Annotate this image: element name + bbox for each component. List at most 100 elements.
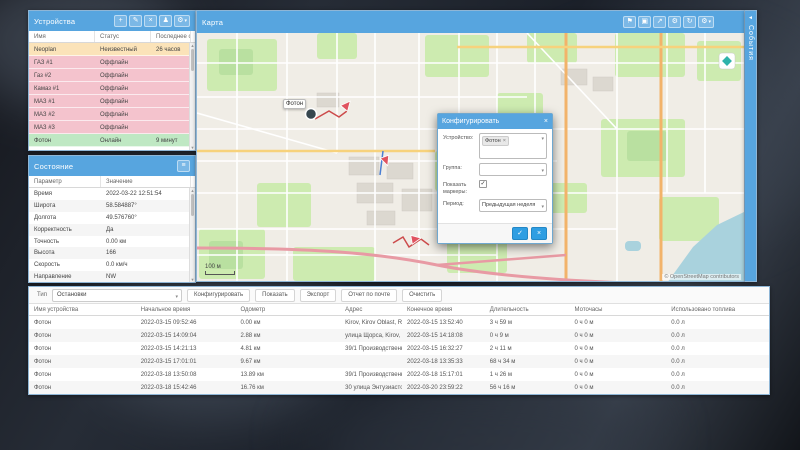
scroll-down-icon[interactable]: ▼ [190,277,195,282]
state-param: Направление [29,271,101,282]
column-header[interactable]: Конечное время [402,304,485,315]
dialog-title: Конфигурировать [442,118,499,125]
dialog-cancel-button[interactable]: × [531,227,547,240]
report-clear-button[interactable]: Очистить [402,289,442,302]
device-marker-label[interactable]: Фотон [283,99,306,109]
device-name: МАЗ #3 [29,121,95,133]
cell-odometer: 16.76 км [235,381,340,394]
devices-scrollbar[interactable]: ▲ ▼ [189,43,195,150]
devices-panel-title: Устройства [34,17,75,26]
remove-device-button[interactable]: × [144,15,157,27]
state-list-button[interactable]: ≡ [177,160,190,172]
device-last-update [151,108,191,120]
scroll-up-icon[interactable]: ▲ [190,43,195,48]
device-settings-button[interactable]: ⚙▾ [174,15,190,27]
report-configure-button[interactable]: Конфигурировать [187,289,250,302]
state-value: 49.576760° [101,212,191,224]
report-row[interactable]: Фотон 2022-03-18 13:50:08 13.89 км 39/1 … [29,368,769,381]
cell-address: 39/1 Производственная улица, Kir... [340,368,402,381]
column-header[interactable]: Моточасы [570,304,667,315]
dialog-confirm-button[interactable]: ✓ [512,227,528,240]
scrollbar-thumb[interactable] [191,49,194,71]
report-row[interactable]: Фотон 2022-03-15 14:09:04 2.88 км улица … [29,329,769,342]
gear-icon: ⚙ [672,17,678,27]
dialog-header[interactable]: Конфигурировать × [438,114,552,129]
state-value: Да [101,224,191,236]
device-row[interactable]: ГАЗ #1 Оффлайн [29,56,195,69]
map-panel-header: Карта ⚑ ▣ ↗ ⚙ ↻ ⚙▾ [197,11,744,33]
device-row[interactable]: Камаз #1 Оффлайн [29,82,195,95]
driver-button[interactable]: ♟ [159,15,172,27]
cell-odometer: 13.89 км [235,368,340,381]
device-row[interactable]: Neoplan Неизвестный 26 часов [29,43,195,56]
report-row[interactable]: Фотон 2022-03-18 15:42:46 16.76 км 30 ул… [29,381,769,394]
state-value: 58.584887° [101,200,191,212]
locate-arrow-icon: ↗ [657,17,663,27]
state-scrollbar[interactable]: ▲ ▼ [189,188,195,282]
device-row[interactable]: МАЗ #3 Оффлайн [29,121,195,134]
cell-start-time: 2022-03-15 14:09:04 [136,329,236,342]
state-row: Корректность Да [29,224,195,236]
state-param: Точность [29,236,101,248]
scrollbar-thumb[interactable] [191,194,194,216]
device-multiselect[interactable]: Фотон × ▾ [479,133,547,159]
device-chip[interactable]: Фотон × [482,136,509,146]
report-table-header: Имя устройства Начальное время Одометр А… [29,304,769,316]
column-header[interactable]: Имя [29,31,95,42]
cell-device: Фотон [29,368,136,381]
cell-end-time: 2022-03-18 13:35:33 [402,355,485,368]
report-export-button[interactable]: Экспорт [300,289,337,302]
device-marker[interactable] [306,109,317,120]
locate-button[interactable]: ↗ [653,16,666,28]
group-select[interactable]: ▾ [479,163,547,176]
report-type-select[interactable]: Остановки ▾ [52,289,182,302]
column-header[interactable]: Значение [101,176,191,187]
show-markers-button[interactable]: ⚑ [623,16,636,28]
show-markers-checkbox[interactable]: ✓ [479,180,487,188]
chip-remove-icon[interactable]: × [503,137,506,145]
cell-device: Фотон [29,329,136,342]
scroll-down-icon[interactable]: ▼ [190,145,195,150]
column-header[interactable]: Параметр [29,176,101,187]
column-header[interactable]: Использовано топлива [666,304,769,315]
device-row[interactable]: МАЗ #1 Оффлайн [29,95,195,108]
edit-device-button[interactable]: ✎ [129,15,142,27]
map-tools-button[interactable]: ⚙ [668,16,681,28]
column-header[interactable]: Имя устройства [29,304,136,315]
report-row[interactable]: Фотон 2022-03-15 14:21:13 4.81 км 39/1 П… [29,342,769,355]
column-header[interactable]: Адрес [340,304,402,315]
device-row[interactable]: МАЗ #2 Оффлайн [29,108,195,121]
column-header[interactable]: Длительность [485,304,570,315]
device-row[interactable]: Газ #2 Оффлайн [29,69,195,82]
devices-toolbar: + ✎ × ♟ ⚙▾ [114,15,190,27]
map-settings-button[interactable]: ⚙▾ [698,16,714,28]
show-markers-label: Показать маркеры: [443,180,479,195]
device-name: Газ #2 [29,69,95,81]
scroll-up-icon[interactable]: ▲ [190,188,195,193]
state-value: NW [101,271,191,282]
geofence-button[interactable]: ▣ [638,16,651,28]
column-header[interactable]: Статус [95,31,151,42]
device-name: МАЗ #1 [29,95,95,107]
map-logo[interactable] [719,53,735,69]
add-device-button[interactable]: + [114,15,127,27]
report-show-button[interactable]: Показать [255,289,295,302]
device-status: Оффлайн [95,69,151,81]
state-row: Время 2022-03-22 12:51:54 [29,188,195,200]
report-type-value: Остановки [57,292,87,298]
state-panel: Состояние ≡ Параметр Значение Время 2022… [28,155,196,283]
events-side-tab[interactable]: ◄ События [745,10,757,282]
map-scale-bar [205,271,235,275]
period-select[interactable]: Предыдущая неделя ▾ [479,199,547,212]
column-header[interactable]: Одометр [235,304,340,315]
cell-engine-hours: 0 ч 0 м [570,355,667,368]
dialog-close-icon[interactable]: × [544,118,548,125]
report-row[interactable]: Фотон 2022-03-15 17:01:01 9.67 км 2022-0… [29,355,769,368]
refresh-button[interactable]: ↻ [683,16,696,28]
device-row[interactable]: Фотон Онлайн 9 минут [29,134,195,147]
column-header[interactable]: Начальное время [136,304,236,315]
report-email-button[interactable]: Отчет по почте [341,289,397,302]
report-row[interactable]: Фотон 2022-03-15 09:52:46 0.00 км Kirov,… [29,316,769,329]
column-header[interactable]: Последнее обн... [151,31,191,42]
state-value: 0.0 км/ч [101,259,191,271]
